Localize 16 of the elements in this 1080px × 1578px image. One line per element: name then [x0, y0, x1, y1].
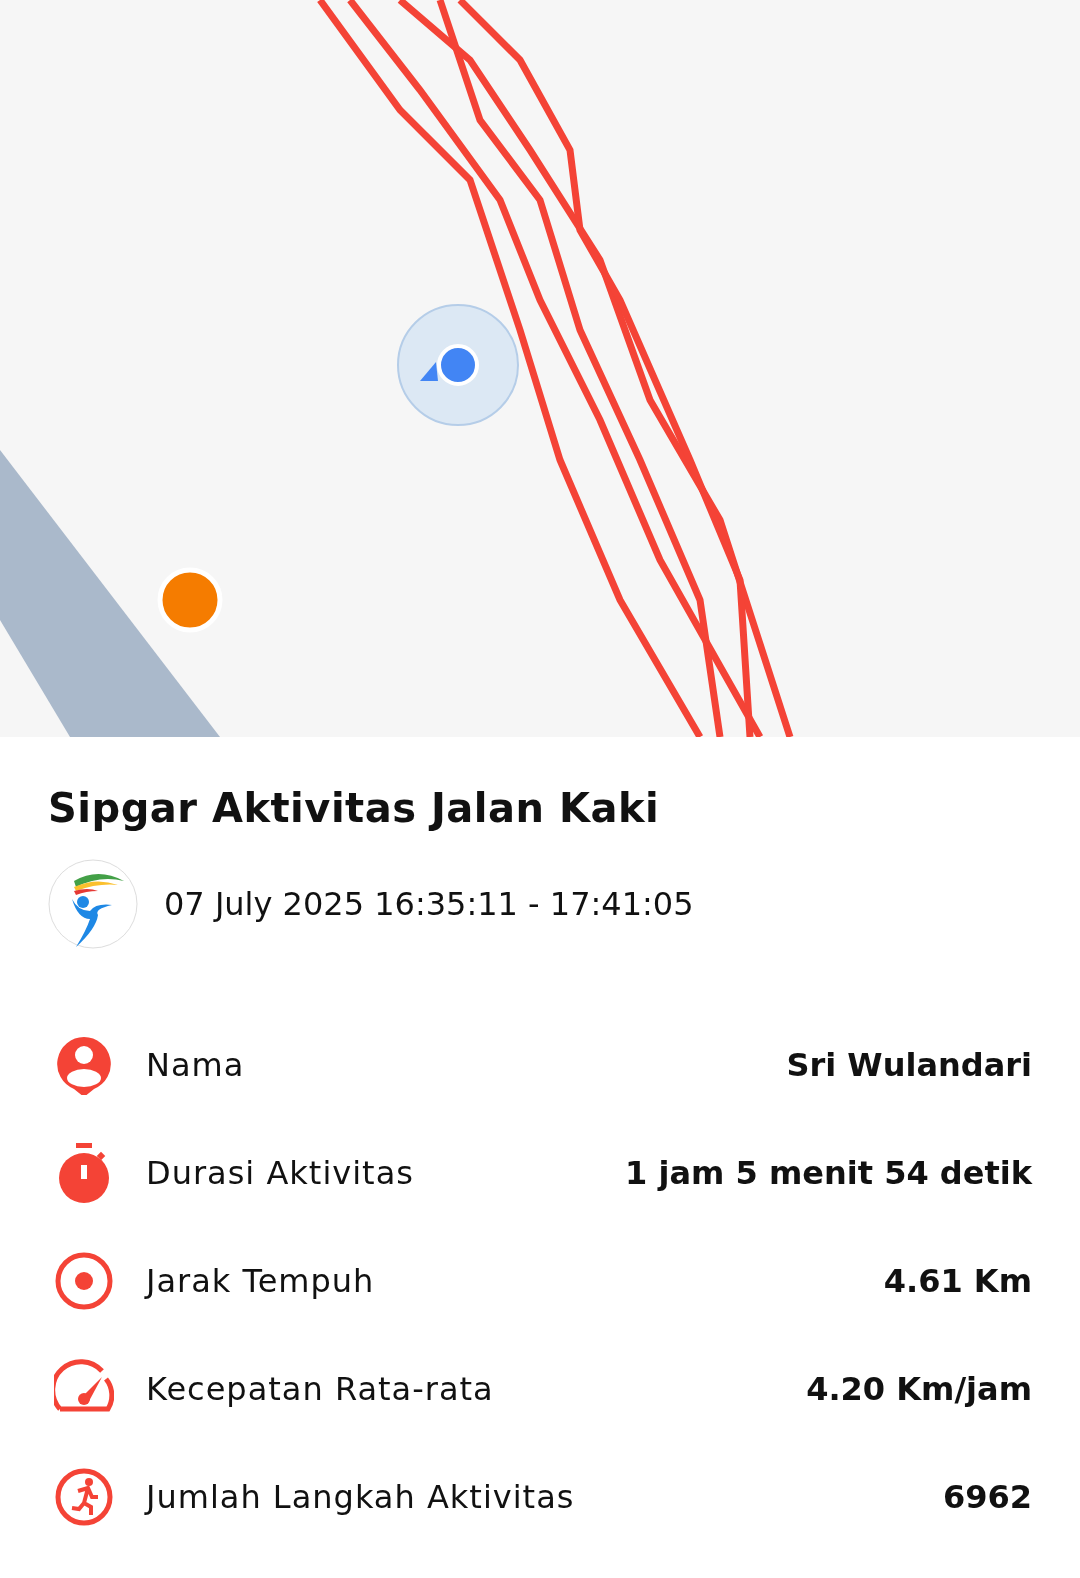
stat-label: Jarak Tempuh — [146, 1262, 376, 1300]
activity-title: Sipgar Aktivitas Jalan Kaki — [48, 785, 661, 831]
stat-label: Nama — [146, 1046, 246, 1084]
stat-value: 1 jam 5 menit 54 detik — [625, 1154, 1032, 1192]
stat-value: Sri Wulandari — [786, 1046, 1032, 1084]
running-person-icon — [54, 1467, 114, 1527]
stat-value: 6962 — [942, 1478, 1032, 1516]
person-pin-icon — [54, 1035, 114, 1095]
stat-value: 4.61 Km — [883, 1262, 1032, 1300]
runner-logo-icon — [48, 859, 138, 949]
stat-value: 4.20 Km/jam — [806, 1370, 1032, 1408]
stat-label: Kecepatan Rata-rata — [146, 1370, 495, 1408]
time-range: 07 July 2025 16:35:11 - 17:41:05 — [164, 885, 694, 923]
target-icon — [54, 1251, 114, 1311]
stat-label: Durasi Aktivitas — [146, 1154, 415, 1192]
stat-label: Jumlah Langkah Aktivitas — [146, 1478, 576, 1516]
